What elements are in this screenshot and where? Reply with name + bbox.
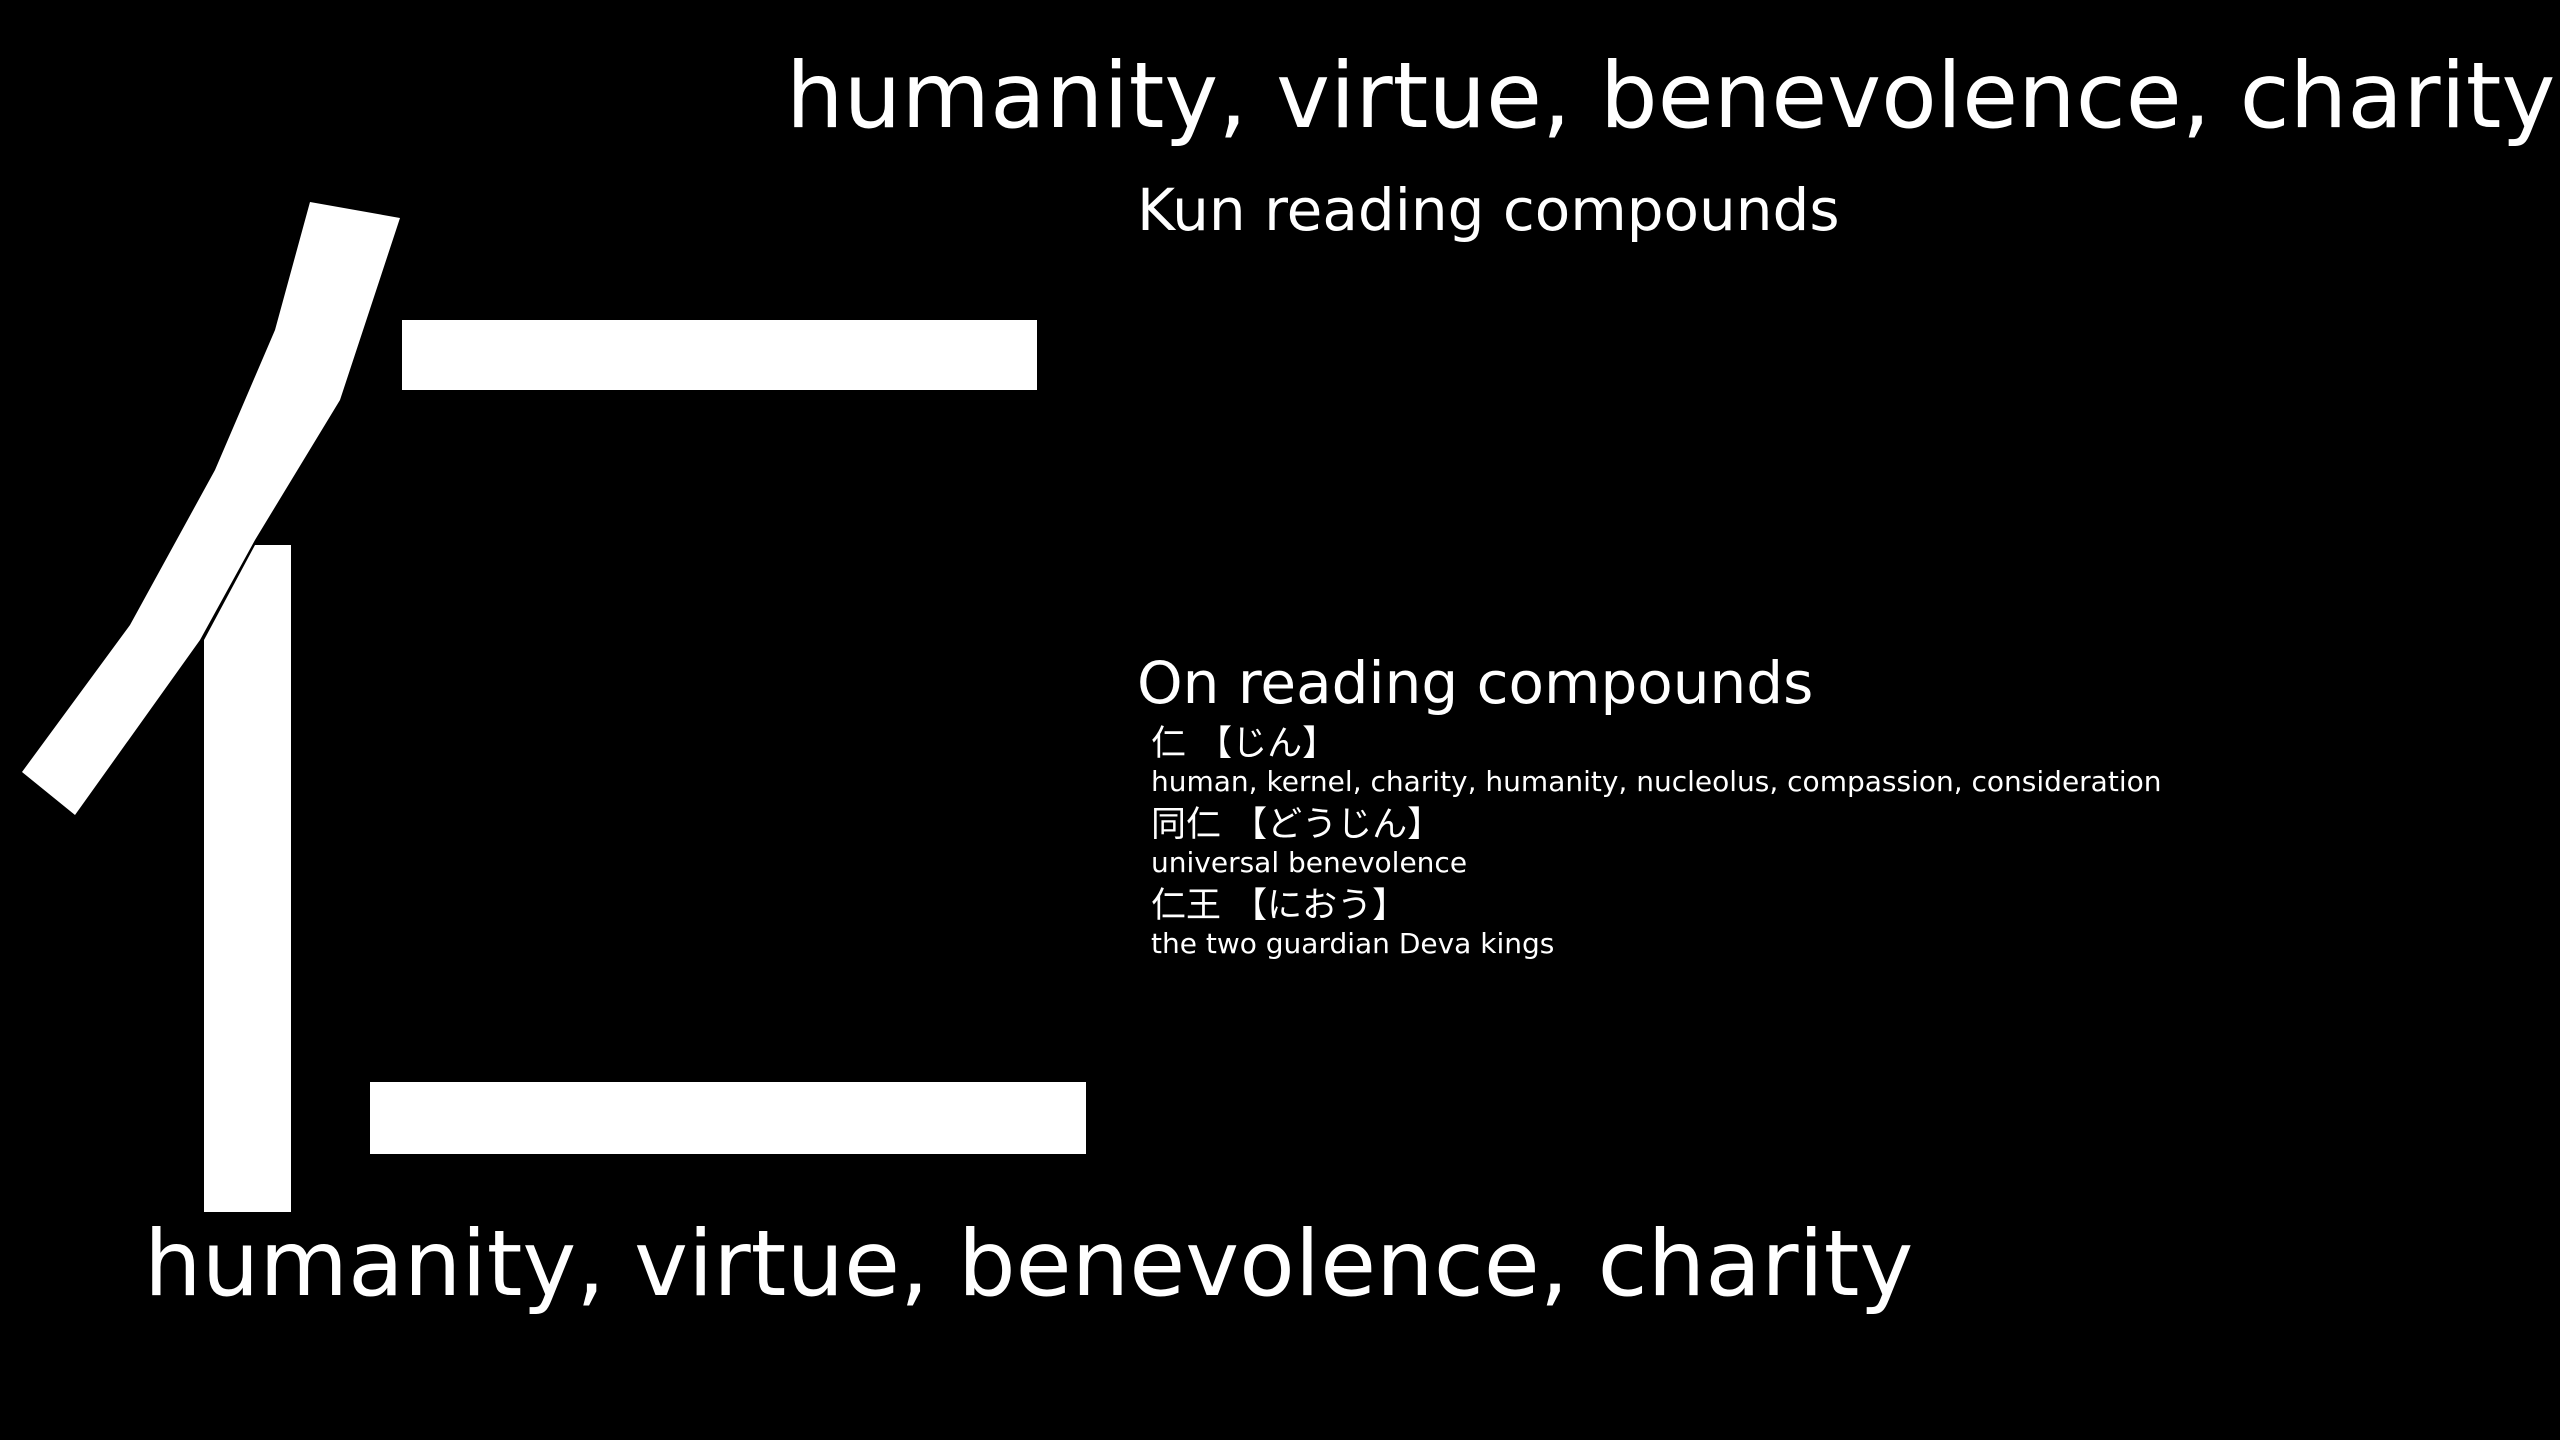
compound-word: 同仁 【どうじん】 — [1151, 805, 1443, 845]
kanji-stroke-top-horizontal — [402, 320, 1037, 390]
on-reading-heading: On reading compounds — [1137, 649, 1814, 717]
kanji-meaning-footer: humanity, virtue, benevolence, charity — [144, 1212, 1914, 1317]
kun-reading-heading: Kun reading compounds — [1137, 176, 1840, 244]
kanji-stroke-vertical — [204, 545, 291, 1212]
compound-item: 同仁 【どうじん】 universal benevolence — [1151, 804, 2451, 885]
compound-gloss: human, kernel, charity, humanity, nucleo… — [1151, 765, 2162, 798]
compound-item: 仁 【じん】 human, kernel, charity, humanity,… — [1151, 723, 2451, 804]
compound-gloss: universal benevolence — [1151, 846, 1468, 879]
on-compound-list: 仁 【じん】 human, kernel, charity, humanity,… — [1151, 723, 2451, 966]
kanji-stroke-bottom-horizontal — [370, 1082, 1086, 1154]
compound-item: 仁王 【におう】 the two guardian Deva kings — [1151, 885, 2451, 966]
kanji-meaning-header: humanity, virtue, benevolence, charity — [786, 44, 2556, 149]
compound-word: 仁 【じん】 — [1151, 724, 1338, 764]
compound-word: 仁王 【におう】 — [1151, 886, 1408, 926]
compound-gloss: the two guardian Deva kings — [1151, 927, 1555, 960]
kanji-glyph — [22, 202, 1086, 1212]
